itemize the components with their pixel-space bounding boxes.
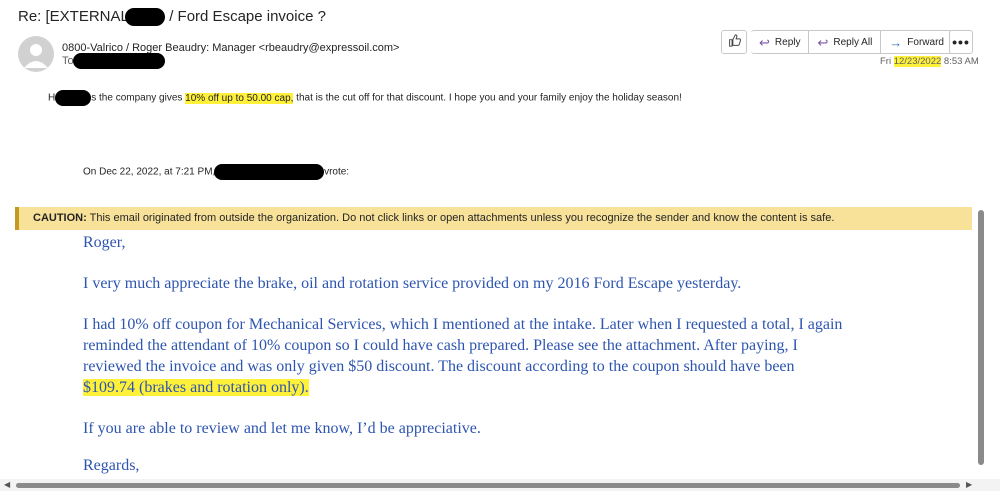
reply-button[interactable]: ↩ Reply xyxy=(751,30,810,54)
caution-banner: CAUTION: This email originated from outs… xyxy=(15,207,972,230)
reply-text-after: that is the cut off for that discount. I… xyxy=(293,92,682,104)
caution-label: CAUTION: xyxy=(33,212,87,224)
reply-all-button[interactable]: ↩ Reply All xyxy=(809,30,882,54)
sender-avatar[interactable] xyxy=(18,36,54,72)
date-value: 12/23/2022 xyxy=(893,56,942,67)
subject-prefix: Re: [EXTERNAL] xyxy=(18,8,134,25)
forward-icon: → xyxy=(889,34,903,50)
forward-button[interactable]: → Forward xyxy=(881,30,953,54)
redaction-mark xyxy=(55,90,92,106)
reply-text-before: s the company gives xyxy=(91,92,186,104)
ellipsis-icon: ••• xyxy=(952,34,970,50)
original-closing: Regards, xyxy=(83,457,140,474)
subject-text: / Ford Escape invoice ? xyxy=(165,8,326,25)
scroll-left-icon[interactable]: ◀ xyxy=(4,480,10,489)
scroll-right-icon[interactable]: ▶ xyxy=(966,480,972,489)
vertical-scrollbar[interactable] xyxy=(978,210,984,465)
message-actions: ↩ Reply ↩ Reply All → Forward xyxy=(721,30,953,54)
original-greeting: Roger, xyxy=(83,234,126,251)
person-icon xyxy=(24,44,48,68)
date-day: Fri xyxy=(880,56,892,67)
date-time: 8:53 AM xyxy=(943,56,979,67)
original-paragraph-2-line-4: $109.74 (brakes and rotation only). xyxy=(83,377,309,398)
redaction-mark xyxy=(72,53,165,69)
to-label: To xyxy=(62,54,74,67)
original-paragraph-2-line-2: reminded the attendant of 10% coupon so … xyxy=(83,337,798,354)
email-subject: Re: [EXTERNAL] / Ford Escape invoice ? xyxy=(18,8,326,27)
reply-highlight: 10% off up to 50.00 cap, xyxy=(185,92,294,104)
recipient-row: To xyxy=(62,53,165,69)
message-date: Fri 12/23/2022 8:53 AM xyxy=(880,56,979,67)
quote-header: On Dec 22, 2022, at 7:21 PM, vrote: xyxy=(83,164,349,180)
caution-text: This email originated from outside the o… xyxy=(86,212,835,224)
original-paragraph-2-line-1: I had 10% off coupon for Mechanical Serv… xyxy=(83,316,843,333)
quote-header-after: vrote: xyxy=(324,166,350,178)
redaction-mark xyxy=(214,164,325,180)
forward-label: Forward xyxy=(907,36,944,48)
reply-text: Hs the company gives 10% off up to 50.00… xyxy=(48,90,682,106)
more-actions-button[interactable]: ••• xyxy=(949,30,973,54)
like-button[interactable] xyxy=(721,30,747,54)
reply-label: Reply xyxy=(774,36,801,48)
original-paragraph-3: If you are able to review and let me kno… xyxy=(83,420,481,437)
highlighted-amount: $109.74 (brakes and rotation only). xyxy=(83,379,309,396)
reply-all-label: Reply All xyxy=(833,36,873,48)
quote-header-before: On Dec 22, 2022, at 7:21 PM, xyxy=(83,166,219,178)
reply-lead: H xyxy=(48,92,56,104)
original-paragraph-1: I very much appreciate the brake, oil an… xyxy=(83,275,742,292)
original-paragraph-2-line-3: reviewed the invoice and was only given … xyxy=(83,358,795,375)
reply-all-icon: ↩ xyxy=(817,34,829,50)
horizontal-scrollbar[interactable] xyxy=(16,483,960,488)
reply-icon: ↩ xyxy=(759,34,770,50)
thumbs-up-icon xyxy=(728,34,741,50)
redaction-mark xyxy=(125,8,166,27)
